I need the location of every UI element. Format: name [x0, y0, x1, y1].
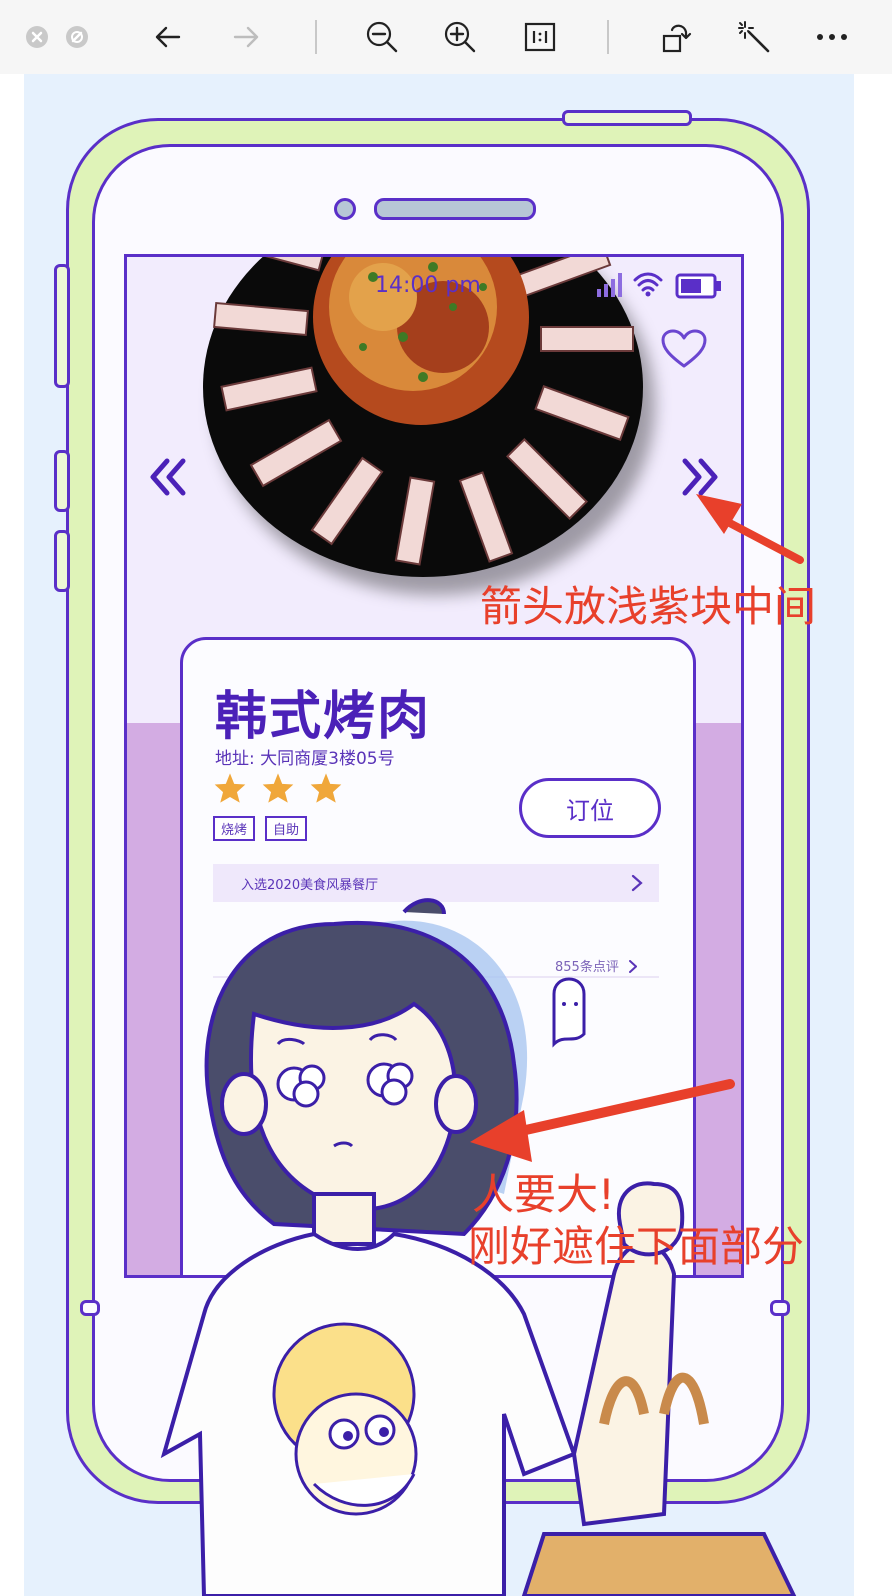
actual-size-icon[interactable]: [522, 19, 558, 55]
annotation-arrow-note: 箭头放浅紫块中间: [480, 582, 817, 631]
image-canvas: 14:00 pm 韩式烤肉 地址: 大同商厦3楼05号 烧烤 自助 订位 入选2…: [24, 74, 854, 1596]
minimize-window-icon[interactable]: [58, 19, 96, 55]
more-icon[interactable]: [814, 19, 850, 55]
toolbar-divider: [590, 19, 626, 55]
toolbar-divider: [298, 19, 334, 55]
zoom-in-icon[interactable]: [442, 19, 478, 55]
viewer-toolbar: [0, 0, 892, 74]
rotate-icon[interactable]: [658, 19, 694, 55]
back-arrow-icon[interactable]: [150, 19, 186, 55]
zoom-out-icon[interactable]: [364, 19, 400, 55]
annotation-person-note-2: 刚好遮住下面部分: [468, 1222, 805, 1271]
annotation-person-note-1: 人要大!: [472, 1170, 615, 1219]
forward-arrow-icon[interactable]: [228, 19, 264, 55]
red-annotation-arrows: [470, 494, 804, 1162]
close-window-icon[interactable]: [18, 19, 56, 55]
magic-wand-icon[interactable]: [736, 19, 772, 55]
